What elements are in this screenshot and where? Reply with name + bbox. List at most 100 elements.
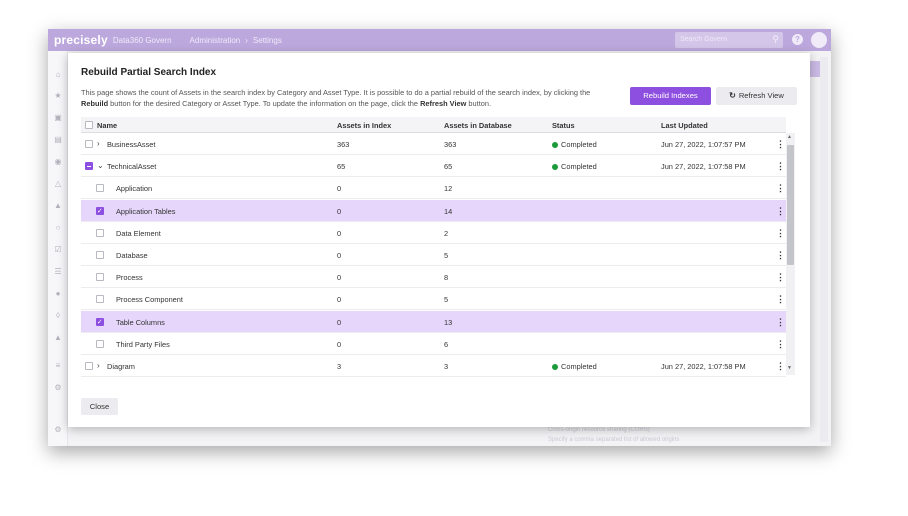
- flame-icon[interactable]: ▲: [53, 333, 63, 343]
- list-icon[interactable]: ☰: [53, 267, 63, 277]
- select-all-checkbox[interactable]: [85, 121, 93, 129]
- table-row[interactable]: ✓ Table Columns 0 13 ⋮: [81, 310, 786, 333]
- table-row[interactable]: Third Party Files 0 6 ⋮: [81, 333, 786, 355]
- row-checkbox[interactable]: [95, 184, 104, 193]
- row-checkbox[interactable]: [95, 251, 104, 259]
- user-avatar[interactable]: [811, 32, 827, 48]
- row-assets-in-database: 8: [444, 273, 449, 283]
- breadcrumb-settings[interactable]: Settings: [253, 36, 282, 45]
- checklist-icon[interactable]: ☑: [53, 245, 63, 255]
- row-assets-in-index: 65: [337, 162, 346, 172]
- row-menu-icon[interactable]: ⋮: [776, 361, 785, 372]
- background-cors-title: Cross-origin resource sharing (CORS): [548, 427, 650, 433]
- row-assets-in-database: 3: [444, 362, 449, 371]
- table-header: Name Assets in Index Assets in Database …: [81, 117, 786, 133]
- row-assets-in-database: 2: [444, 228, 449, 238]
- description-rebuild-term: Rebuild: [81, 99, 109, 108]
- row-assets-in-index: 0: [337, 206, 342, 216]
- index-table: Name Assets in Index Assets in Database …: [81, 117, 795, 377]
- headset-icon[interactable]: ○: [53, 223, 63, 233]
- document-icon[interactable]: ▣: [53, 113, 63, 123]
- scrollbar-thumb[interactable]: [787, 145, 794, 265]
- chevron-right-icon[interactable]: ›: [97, 139, 100, 148]
- row-checkbox[interactable]: [95, 295, 104, 304]
- table-row[interactable]: Data Element 0 2 ⋮: [81, 222, 786, 244]
- row-checkbox[interactable]: ✓: [95, 317, 104, 326]
- row-checkbox[interactable]: [95, 339, 104, 348]
- help-icon[interactable]: ?: [792, 34, 803, 45]
- refresh-view-button[interactable]: ↻ Refresh View: [716, 87, 797, 105]
- global-search-input[interactable]: Search Govern ⚲: [675, 32, 783, 48]
- table-row[interactable]: Database 0 5 ⋮: [81, 244, 786, 266]
- close-button[interactable]: Close: [81, 398, 118, 415]
- table-row[interactable]: › BusinessAsset 363 363 Completed Jun 27, 202…: [81, 133, 786, 155]
- col-header-name[interactable]: Name: [97, 121, 117, 130]
- row-menu-icon[interactable]: ⋮: [776, 183, 785, 194]
- row-checkbox[interactable]: [85, 362, 93, 370]
- chevron-right-icon[interactable]: ›: [97, 361, 100, 370]
- row-assets-in-database: 65: [444, 162, 453, 172]
- rebuild-indexes-button[interactable]: Rebuild Indexes: [630, 87, 711, 105]
- table-row[interactable]: › Diagram 3 3 Completed Jun 27, 2022, 1:07:58…: [81, 355, 786, 377]
- chevron-down-icon[interactable]: ⌄: [97, 161, 104, 170]
- table-row[interactable]: Application 0 12 ⋮: [81, 177, 786, 200]
- status-badge: Completed: [552, 362, 597, 371]
- hierarchy-icon[interactable]: △: [53, 179, 63, 189]
- sliders-icon[interactable]: ≡: [53, 361, 63, 371]
- row-menu-icon[interactable]: ⋮: [776, 250, 785, 261]
- row-checkbox[interactable]: [85, 162, 93, 171]
- row-menu-icon[interactable]: ⋮: [776, 272, 785, 283]
- table-row[interactable]: ✓ Application Tables 0 14 ⋮: [81, 199, 786, 222]
- col-header-in-database[interactable]: Assets in Database: [444, 121, 512, 130]
- row-menu-icon[interactable]: ⋮: [776, 206, 785, 217]
- row-name: Application Tables: [116, 206, 176, 216]
- scroll-down-icon[interactable]: ▼: [787, 365, 792, 371]
- breadcrumb: Administration › Settings: [190, 36, 282, 45]
- row-checkbox[interactable]: ✓: [95, 206, 104, 215]
- table-row[interactable]: Process 0 8 ⋮: [81, 266, 786, 289]
- row-checkbox[interactable]: [95, 273, 104, 282]
- row-checkbox[interactable]: [85, 140, 93, 148]
- users-icon[interactable]: ●: [53, 289, 63, 299]
- row-menu-icon[interactable]: ⋮: [776, 339, 785, 350]
- col-header-status[interactable]: Status: [552, 121, 575, 130]
- car-icon[interactable]: ◉: [53, 157, 63, 167]
- page-scrollbar[interactable]: [820, 57, 828, 442]
- search-icon[interactable]: ⚲: [772, 34, 779, 45]
- scroll-up-icon[interactable]: ▲: [787, 134, 792, 140]
- home-icon[interactable]: ⌂: [53, 70, 63, 80]
- rebuild-index-dialog: Rebuild Partial Search Index This page s…: [68, 53, 810, 427]
- status-dot-icon: [552, 164, 558, 171]
- settings-cog-icon[interactable]: ⚙: [53, 425, 63, 435]
- refresh-icon: ↻: [729, 91, 736, 100]
- row-name: Application: [116, 184, 153, 194]
- row-menu-icon[interactable]: ⋮: [776, 294, 785, 305]
- row-name: Data Element: [116, 228, 161, 238]
- breadcrumb-administration[interactable]: Administration: [190, 36, 241, 45]
- table-row[interactable]: ⌄ TechnicalAsset 65 65 Completed Jun 27, 2022…: [81, 155, 786, 178]
- table-row[interactable]: Process Component 0 5 ⋮: [81, 288, 786, 311]
- col-header-in-index[interactable]: Assets in Index: [337, 121, 391, 130]
- table-scrollbar[interactable]: ▲ ▼: [786, 133, 795, 375]
- description-part-3: button.: [466, 99, 492, 108]
- row-assets-in-index: 0: [337, 184, 342, 194]
- tag-icon[interactable]: ◊: [53, 311, 63, 321]
- top-bar: precisely Data360 Govern Administration …: [48, 29, 831, 51]
- row-name: Process: [116, 273, 143, 283]
- star-icon[interactable]: ★: [53, 91, 63, 101]
- row-menu-icon[interactable]: ⋮: [776, 228, 785, 239]
- row-menu-icon[interactable]: ⋮: [776, 317, 785, 328]
- row-menu-icon[interactable]: ⋮: [776, 161, 785, 172]
- row-menu-icon[interactable]: ⋮: [776, 139, 785, 150]
- dialog-title: Rebuild Partial Search Index: [81, 67, 217, 78]
- database-icon[interactable]: ▤: [53, 135, 63, 145]
- row-name: BusinessAsset: [107, 140, 156, 149]
- row-name: Diagram: [107, 362, 135, 371]
- brand-logo[interactable]: precisely: [54, 33, 108, 47]
- col-header-last-updated[interactable]: Last Updated: [661, 121, 708, 130]
- row-last-updated: Jun 27, 2022, 1:07:58 PM: [661, 362, 746, 371]
- description-refresh-term: Refresh View: [420, 99, 467, 108]
- row-checkbox[interactable]: [95, 228, 104, 237]
- gear-icon[interactable]: ⚙: [53, 383, 63, 393]
- bank-icon[interactable]: ▲: [53, 201, 63, 211]
